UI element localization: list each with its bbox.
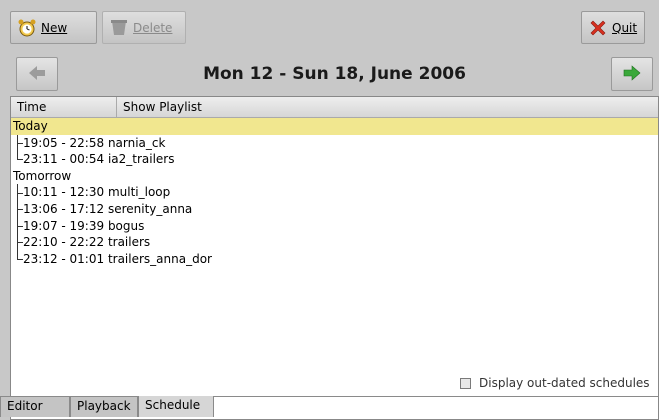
- week-range-title: Mon 12 - Sun 18, June 2006: [203, 64, 466, 84]
- group-row-tomorrow[interactable]: Tomorrow: [11, 168, 658, 185]
- tab-bar: Editor Playback Schedule: [0, 396, 659, 417]
- schedule-entry: 22:10 - 22:22 trailers: [23, 235, 151, 250]
- schedule-row[interactable]: 13:06 - 17:12 serenity_anna: [11, 200, 658, 218]
- outdated-schedules-toggle[interactable]: Display out-dated schedules: [460, 375, 650, 391]
- alarm-clock-icon: [17, 18, 37, 38]
- schedule-entry: 19:05 - 22:58 narnia_ck: [23, 135, 166, 150]
- list-header: Time Show Playlist: [11, 97, 658, 118]
- schedule-list: Time Show Playlist Today 19:05 - 22:58 n…: [10, 96, 659, 420]
- tree-connector: [17, 151, 25, 168]
- outdated-label: Display out-dated schedules: [479, 376, 650, 390]
- tree-connector: [17, 134, 25, 152]
- delete-label: Delete: [133, 20, 173, 35]
- column-header-playlist[interactable]: Show Playlist: [117, 97, 658, 117]
- schedule-row[interactable]: 10:11 - 12:30 multi_loop: [11, 184, 658, 201]
- group-row-today[interactable]: Today: [11, 118, 658, 135]
- next-week-button[interactable]: [611, 57, 653, 91]
- tree-connector: [17, 234, 25, 251]
- schedule-entry: 23:11 - 00:54 ia2_trailers: [23, 152, 175, 167]
- quit-label: Quit: [612, 20, 638, 35]
- delete-icon: [109, 18, 129, 38]
- schedule-row[interactable]: 23:12 - 01:01 trailers_anna_dor: [11, 250, 658, 268]
- schedule-panel: Mon 12 - Sun 18, June 2006 Time Show Pla…: [10, 50, 659, 420]
- tree-connector: [17, 217, 25, 235]
- tab-playback[interactable]: Playback: [70, 397, 138, 417]
- quit-button[interactable]: Quit: [581, 11, 645, 44]
- schedule-row[interactable]: 22:10 - 22:22 trailers: [11, 234, 658, 251]
- column-header-time[interactable]: Time: [11, 97, 117, 117]
- schedule-entry: 23:12 - 01:01 trailers_anna_dor: [23, 251, 212, 266]
- toolbar: New Delete Quit: [0, 0, 659, 46]
- new-button[interactable]: New: [10, 11, 97, 44]
- tab-schedule[interactable]: Schedule: [138, 396, 214, 417]
- schedule-entry: 10:11 - 12:30 multi_loop: [23, 185, 171, 200]
- delete-button[interactable]: Delete: [102, 11, 186, 44]
- schedule-row[interactable]: 19:07 - 19:39 bogus: [11, 217, 658, 235]
- schedule-row[interactable]: 23:11 - 00:54 ia2_trailers: [11, 151, 658, 168]
- outdated-checkbox[interactable]: [460, 377, 471, 389]
- schedule-row[interactable]: 19:05 - 22:58 narnia_ck: [11, 134, 658, 152]
- week-navigation: Mon 12 - Sun 18, June 2006: [10, 54, 659, 96]
- tree-connector: [17, 200, 25, 218]
- right-arrow-icon: [622, 64, 642, 85]
- quit-x-icon: [588, 18, 608, 38]
- group-label: Tomorrow: [13, 168, 72, 183]
- tree-connector: [17, 184, 25, 201]
- schedule-entry: 13:06 - 17:12 serenity_anna: [23, 201, 193, 216]
- group-label: Today: [13, 119, 48, 133]
- schedule-entry: 19:07 - 19:39 bogus: [23, 218, 145, 233]
- new-label: New: [41, 20, 68, 35]
- tree-connector: [17, 250, 25, 268]
- tab-editor[interactable]: Editor: [0, 397, 70, 417]
